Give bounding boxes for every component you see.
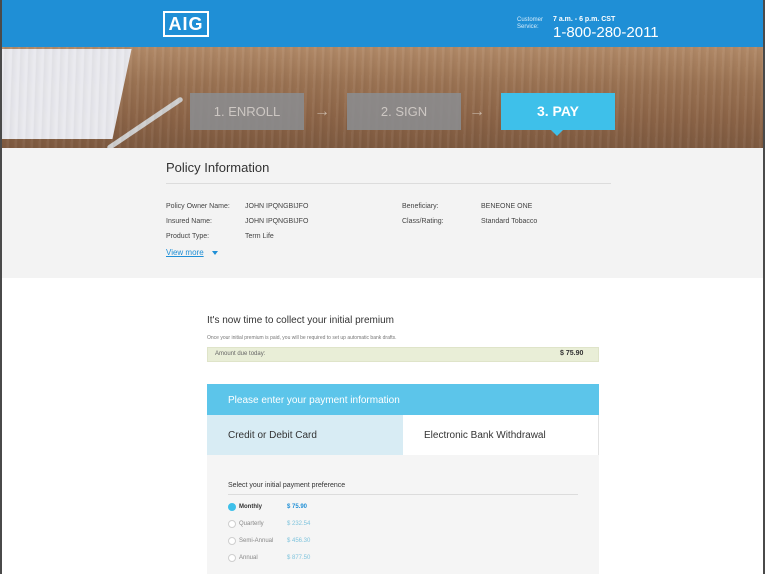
tab-credit-debit-card-label[interactable]: Credit or Debit Card	[228, 430, 317, 441]
product-type-label: Product Type:	[166, 233, 210, 240]
amount-due-bar	[207, 347, 599, 362]
customer-service-hours: 7 a.m. - 6 p.m. CST	[553, 16, 616, 23]
step-enroll: 1. ENROLL	[190, 93, 304, 130]
class-rating-value: Standard Tobacco	[481, 218, 538, 225]
premium-subtitle: Once your initial premium is paid, you w…	[207, 335, 397, 341]
view-more-link[interactable]: View more	[166, 248, 204, 257]
divider	[228, 494, 578, 495]
product-type-value: Term Life	[245, 233, 274, 240]
arrow-right-icon: →	[314, 103, 330, 120]
beneficiary-label: Beneficiary:	[402, 203, 439, 210]
customer-service-phone[interactable]: 1-800-280-2011	[553, 24, 659, 41]
amount-due-label: Amount due today:	[215, 351, 266, 357]
class-rating-label: Class/Rating:	[402, 218, 444, 225]
option-monthly-amount: $ 75.90	[287, 504, 308, 510]
payment-form-body	[207, 455, 599, 574]
active-step-caret-icon	[551, 130, 563, 136]
page: AIG Customer Service: 7 a.m. - 6 p.m. CS…	[0, 0, 765, 574]
option-semi-annual-amount: $ 456.30	[287, 538, 311, 544]
payment-header-title: Please enter your payment information	[228, 395, 400, 406]
window-border-left	[0, 0, 2, 574]
customer-service-label: Customer Service:	[517, 17, 544, 30]
step-pay: 3. PAY	[501, 93, 615, 130]
tab-electronic-bank-withdrawal-label[interactable]: Electronic Bank Withdrawal	[424, 430, 546, 441]
premium-title: It's now time to collect your initial pr…	[207, 315, 394, 326]
option-annual-label[interactable]: Annual	[239, 555, 258, 561]
insured-label: Insured Name:	[166, 218, 212, 225]
insured-value: JOHN IPQNGBIJFO	[245, 218, 309, 225]
option-semi-annual-label[interactable]: Semi-Annual	[239, 538, 273, 544]
divider	[166, 183, 611, 184]
beneficiary-value: BENEONE ONE	[481, 203, 533, 210]
radio-annual[interactable]	[228, 554, 236, 562]
option-annual-amount: $ 877.50	[287, 555, 311, 561]
option-quarterly-label[interactable]: Quarterly	[239, 521, 264, 527]
aig-logo[interactable]: AIG	[163, 11, 209, 37]
owner-value: JOHN IPQNGBIJFO	[245, 203, 309, 210]
option-monthly-label[interactable]: Monthly	[239, 504, 262, 510]
chevron-down-icon[interactable]	[212, 251, 218, 255]
policy-title: Policy Information	[166, 160, 270, 175]
payment-preference-title: Select your initial payment preference	[228, 482, 346, 489]
radio-monthly[interactable]	[228, 503, 236, 511]
option-quarterly-amount: $ 232.54	[287, 521, 311, 527]
arrow-right-icon: →	[469, 103, 485, 120]
amount-due-value: $ 75.90	[560, 350, 584, 357]
owner-label: Policy Owner Name:	[166, 203, 230, 210]
policy-information-section	[2, 148, 763, 278]
radio-semi-annual[interactable]	[228, 537, 236, 545]
step-sign: 2. SIGN	[347, 93, 461, 130]
radio-quarterly[interactable]	[228, 520, 236, 528]
